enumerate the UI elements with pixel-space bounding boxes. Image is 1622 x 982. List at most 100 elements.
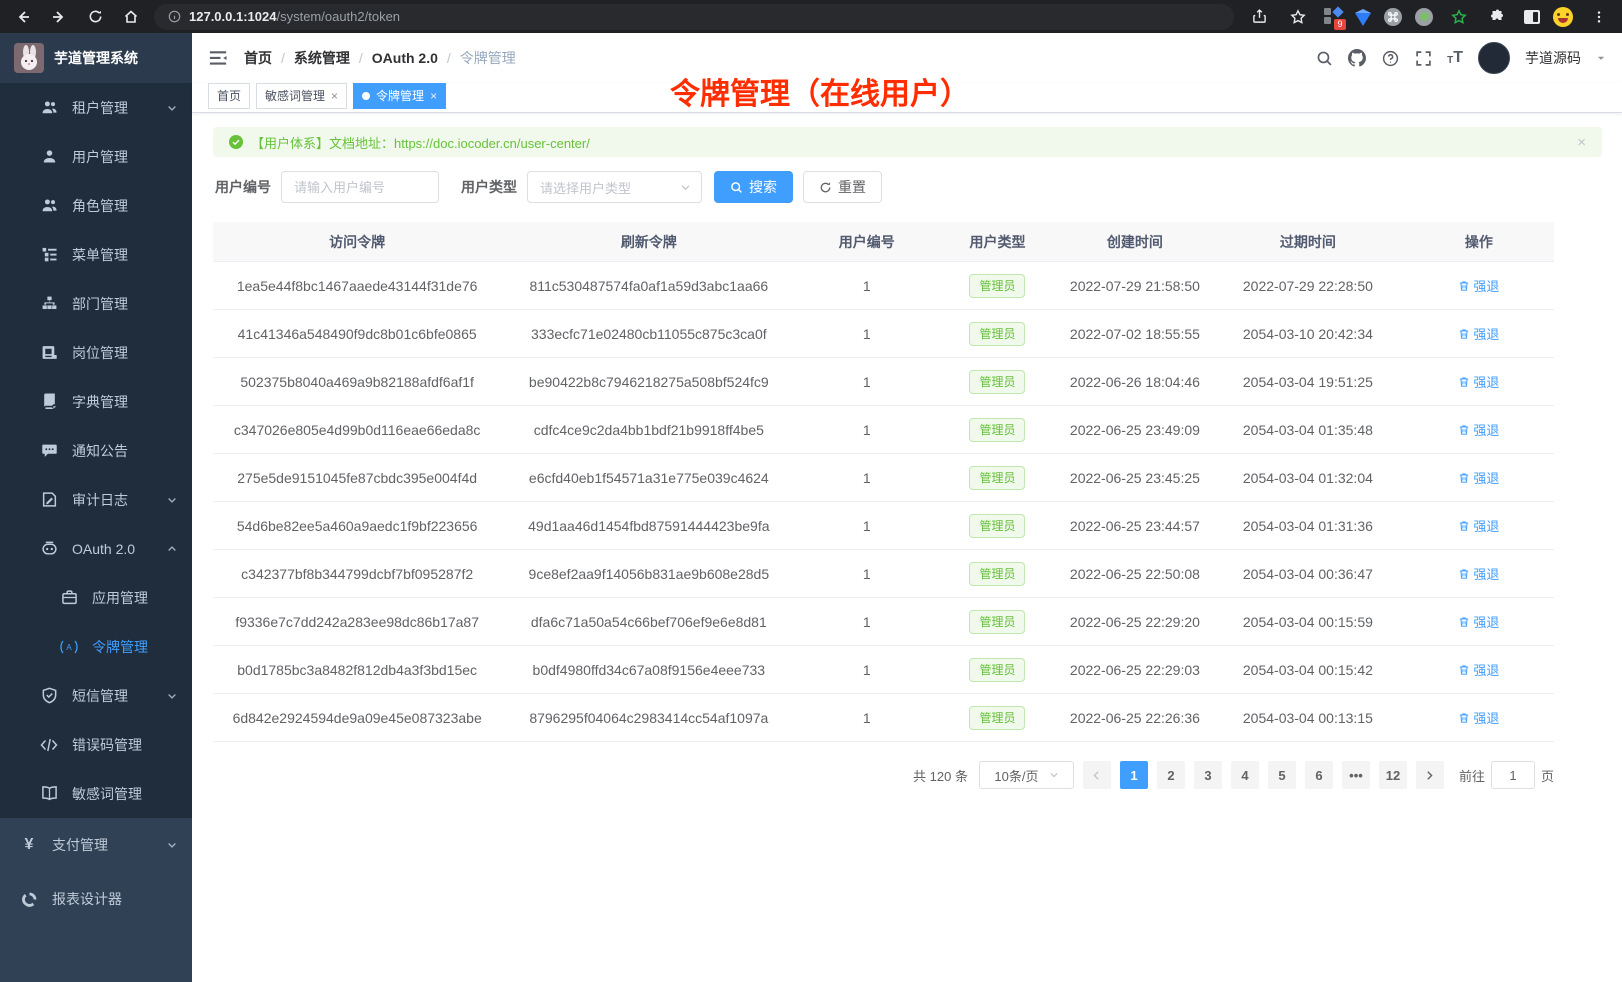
- next-page-button[interactable]: [1416, 761, 1444, 789]
- trash-icon: [1458, 328, 1470, 340]
- force-logout-button[interactable]: 强退: [1458, 420, 1499, 439]
- tab-token-management[interactable]: 令牌管理 ×: [353, 83, 446, 109]
- tab-home[interactable]: 首页: [208, 83, 250, 109]
- browser-forward-button[interactable]: [46, 4, 72, 30]
- svg-text:A: A: [66, 643, 72, 652]
- user-id-input[interactable]: [281, 171, 439, 203]
- oauth-icon: [40, 540, 58, 558]
- browser-reload-button[interactable]: [82, 4, 108, 30]
- expires-cell: 2054-03-04 00:15:59: [1212, 614, 1404, 630]
- report-icon: [20, 890, 38, 908]
- force-logout-button[interactable]: 强退: [1458, 612, 1499, 631]
- page-content: 【用户体系】文档地址：https://doc.iocoder.cn/user-c…: [192, 113, 1622, 982]
- header-search-icon[interactable]: [1315, 49, 1333, 67]
- extension-icon[interactable]: 9: [1324, 8, 1342, 26]
- breadcrumb-system[interactable]: 系统管理: [294, 48, 350, 68]
- browser-back-button[interactable]: [10, 4, 36, 30]
- profile-avatar[interactable]: [1553, 7, 1573, 27]
- sidebar-item-tenant[interactable]: 租户管理: [0, 83, 192, 132]
- page-button-2[interactable]: 2: [1157, 761, 1185, 789]
- user-type-tag: 管理员: [969, 514, 1025, 538]
- page-button-6[interactable]: 6: [1305, 761, 1333, 789]
- site-info-icon[interactable]: [168, 10, 181, 23]
- sidebar-item-oauth-token[interactable]: A令牌管理: [0, 622, 192, 671]
- search-button[interactable]: 搜索: [714, 171, 793, 203]
- trash-icon: [1458, 616, 1470, 628]
- goto-page-input[interactable]: [1491, 761, 1535, 789]
- reset-button[interactable]: 重置: [803, 171, 882, 203]
- tab-close-icon[interactable]: ×: [331, 89, 338, 103]
- sidebar-item-user[interactable]: 用户管理: [0, 132, 192, 181]
- sidebar-item-report[interactable]: 报表设计器: [0, 872, 192, 926]
- page-button-12[interactable]: 12: [1379, 761, 1407, 789]
- browser-menu-icon[interactable]: [1586, 4, 1612, 30]
- evernote-extension-icon[interactable]: [1446, 4, 1472, 30]
- sidebar-item-sensitive[interactable]: 敏感词管理: [0, 769, 192, 818]
- page-button-4[interactable]: 4: [1231, 761, 1259, 789]
- side-panel-icon[interactable]: [1524, 10, 1540, 24]
- command-extension-icon[interactable]: [1384, 8, 1402, 26]
- page-button-1[interactable]: 1: [1120, 761, 1148, 789]
- sidebar-item-pay[interactable]: ¥支付管理: [0, 818, 192, 872]
- alert-close-icon[interactable]: ×: [1577, 134, 1586, 151]
- user-menu-caret-icon[interactable]: [1596, 53, 1606, 63]
- force-logout-button[interactable]: 强退: [1458, 276, 1499, 295]
- refresh-token-cell: 333ecfc71e02480cb11055c875c3ca0f: [501, 326, 796, 342]
- url-host: 127.0.0.1:1024: [189, 9, 276, 24]
- sidebar-item-dept[interactable]: 部门管理: [0, 279, 192, 328]
- audit-icon: [40, 491, 58, 509]
- breadcrumb-oauth[interactable]: OAuth 2.0: [372, 50, 438, 66]
- user-type-select[interactable]: 请选择用户类型: [527, 171, 702, 203]
- tab-sensitive-words[interactable]: 敏感词管理 ×: [256, 83, 347, 109]
- force-logout-button[interactable]: 强退: [1458, 468, 1499, 487]
- user-name[interactable]: 芋道源码: [1525, 48, 1581, 68]
- force-logout-button[interactable]: 强退: [1458, 516, 1499, 535]
- sidebar-item-sms[interactable]: 短信管理: [0, 671, 192, 720]
- user-avatar[interactable]: [1478, 42, 1510, 74]
- user-icon: [40, 148, 58, 166]
- app-logo[interactable]: 芋道管理系统: [0, 33, 192, 83]
- page-button-5[interactable]: 5: [1268, 761, 1296, 789]
- sidebar-item-errcode[interactable]: 错误码管理: [0, 720, 192, 769]
- user-id-cell: 1: [796, 374, 937, 390]
- sidebar-item-notice[interactable]: 通知公告: [0, 426, 192, 475]
- force-logout-button[interactable]: 强退: [1458, 564, 1499, 583]
- refresh-token-cell: e6cfd40eb1f54571a31e775e039c4624: [501, 470, 796, 486]
- action-cell: 强退: [1404, 564, 1554, 583]
- github-icon[interactable]: [1348, 49, 1366, 67]
- page-size-select[interactable]: 10条/页: [979, 761, 1074, 789]
- sidebar-item-post[interactable]: 岗位管理: [0, 328, 192, 377]
- force-logout-button[interactable]: 强退: [1458, 372, 1499, 391]
- page-button-3[interactable]: 3: [1194, 761, 1222, 789]
- browser-address-bar[interactable]: 127.0.0.1:1024/system/oauth2/token: [154, 4, 1234, 30]
- hamburger-icon[interactable]: [208, 48, 228, 68]
- sidebar-item-dict[interactable]: 字典管理: [0, 377, 192, 426]
- browser-home-button[interactable]: [118, 4, 144, 30]
- sidebar-item-menu[interactable]: 菜单管理: [0, 230, 192, 279]
- action-cell: 强退: [1404, 372, 1554, 391]
- force-logout-button[interactable]: 强退: [1458, 660, 1499, 679]
- fullscreen-icon[interactable]: [1414, 49, 1432, 67]
- prev-page-button[interactable]: [1083, 761, 1111, 789]
- sidebar-item-oauth-app[interactable]: 应用管理: [0, 573, 192, 622]
- force-logout-button[interactable]: 强退: [1458, 324, 1499, 343]
- table-body: 1ea5e44f8bc1467aaede43144f31de76811c5304…: [213, 262, 1554, 742]
- user-id-cell: 1: [796, 662, 937, 678]
- recorder-extension-icon[interactable]: [1415, 8, 1433, 26]
- puzzle-extensions-icon[interactable]: [1485, 4, 1511, 30]
- sidebar-item-role[interactable]: 角色管理: [0, 181, 192, 230]
- trash-icon: [1458, 424, 1470, 436]
- force-logout-button[interactable]: 强退: [1458, 708, 1499, 727]
- help-icon[interactable]: [1381, 49, 1399, 67]
- sidebar-item-oauth[interactable]: OAuth 2.0: [0, 524, 192, 573]
- page-more-button[interactable]: •••: [1342, 761, 1370, 789]
- font-size-icon[interactable]: TT: [1447, 50, 1463, 66]
- action-cell: 强退: [1404, 276, 1554, 295]
- gem-extension-icon[interactable]: [1355, 13, 1371, 26]
- breadcrumb-home[interactable]: 首页: [244, 48, 272, 68]
- alert-text: 【用户体系】文档地址：https://doc.iocoder.cn/user-c…: [251, 133, 590, 152]
- share-icon[interactable]: [1246, 4, 1272, 30]
- tab-close-icon[interactable]: ×: [430, 89, 437, 103]
- sidebar-item-audit[interactable]: 审计日志: [0, 475, 192, 524]
- bookmark-star-icon[interactable]: [1285, 4, 1311, 30]
